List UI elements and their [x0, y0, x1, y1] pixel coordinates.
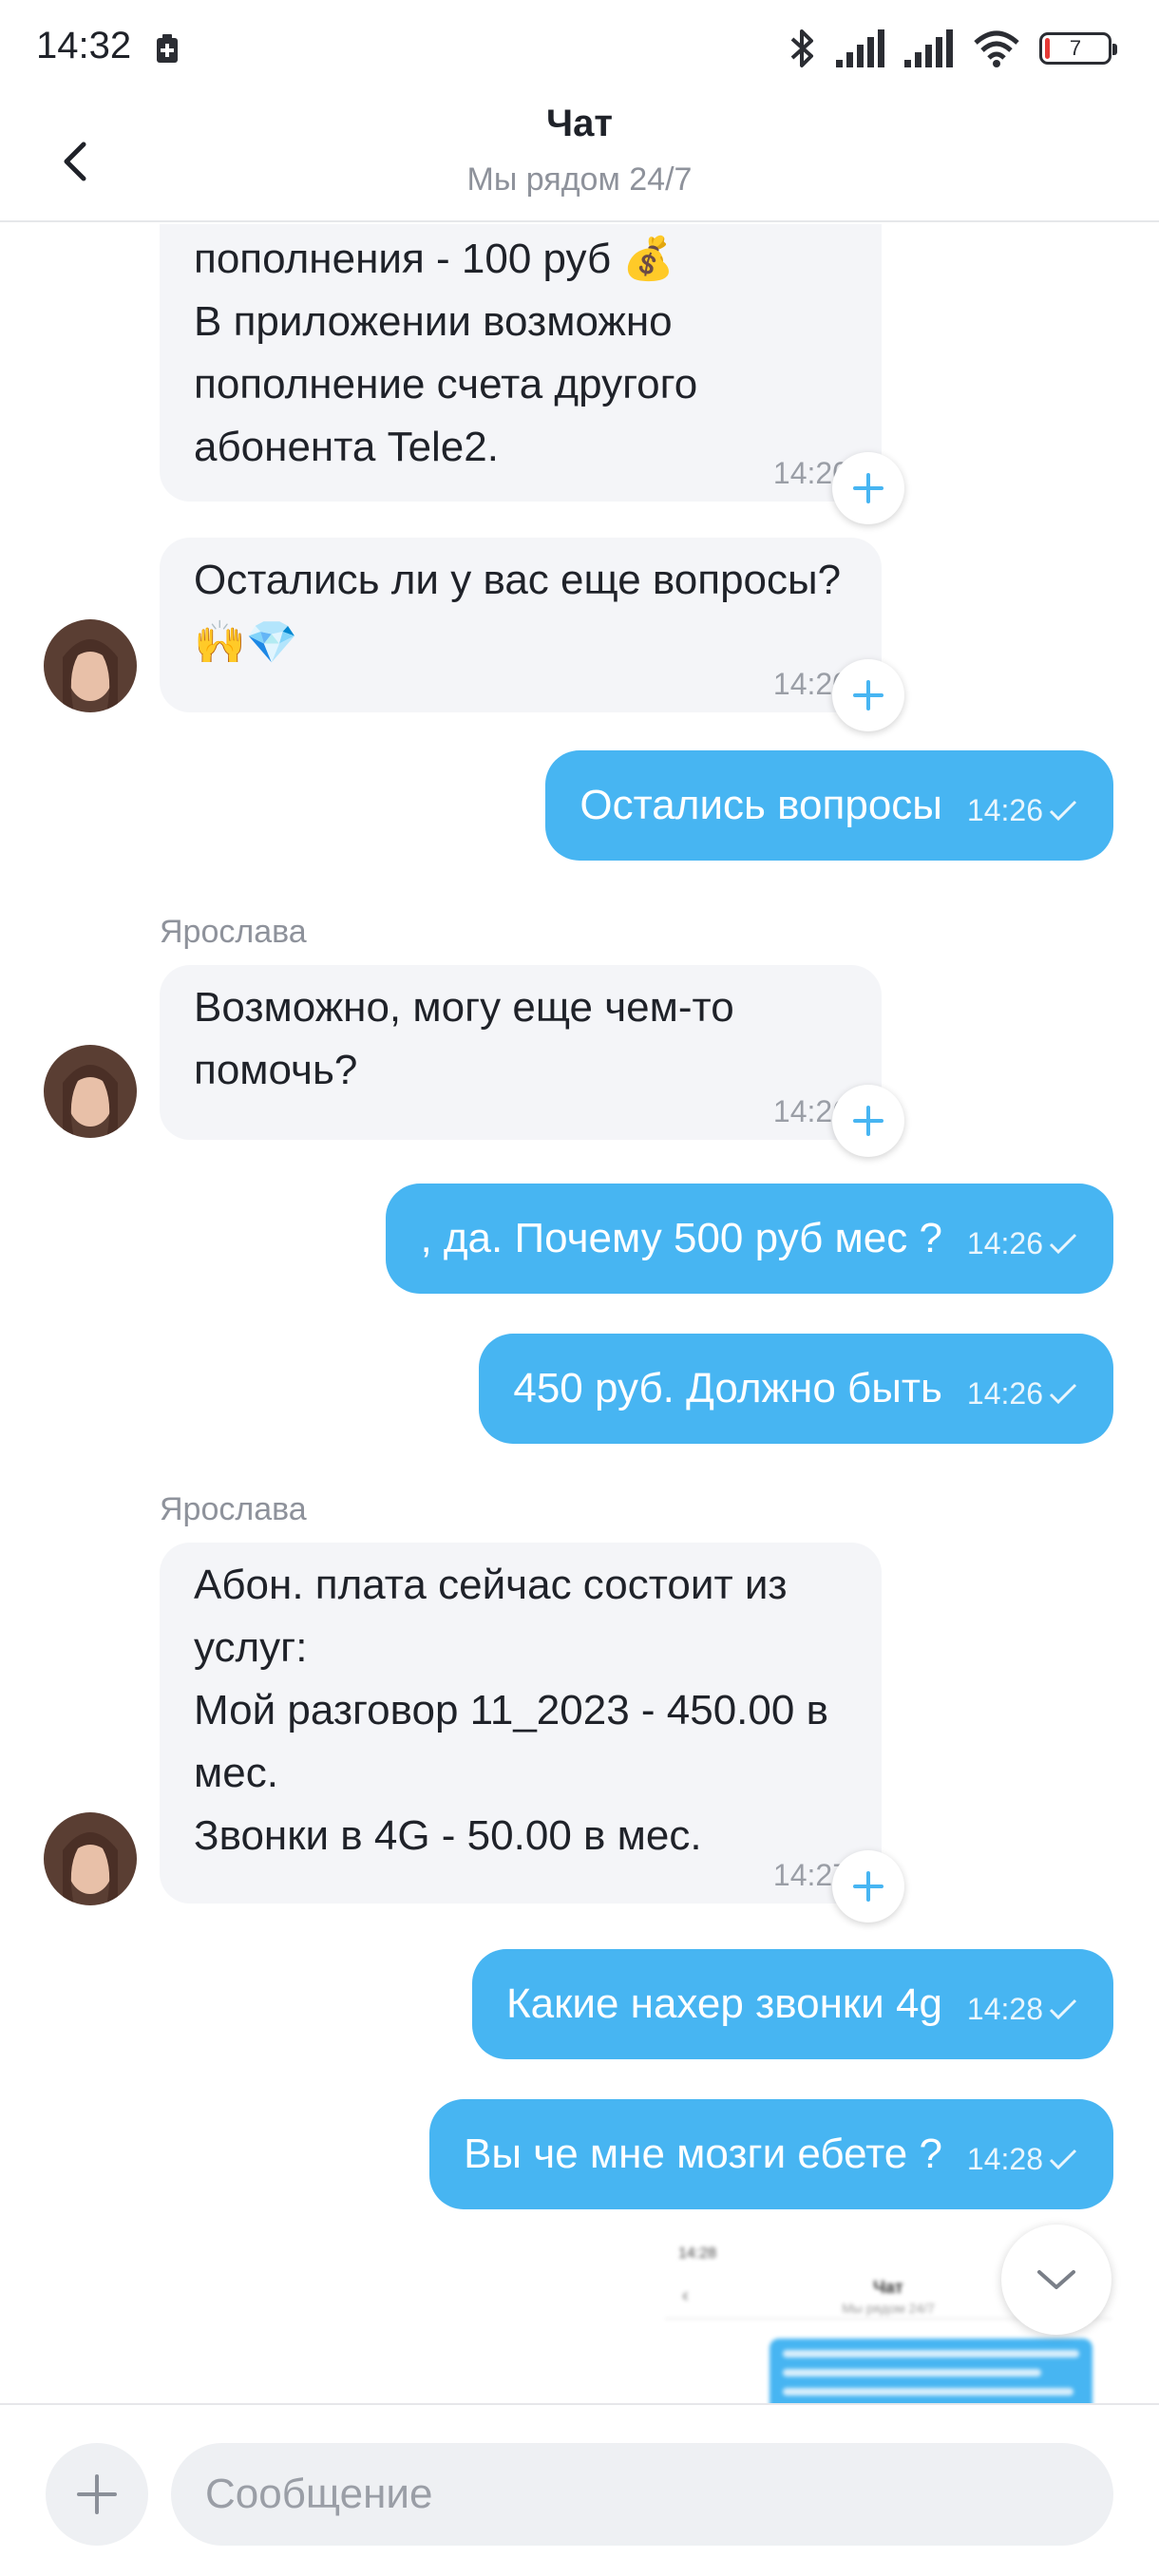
agent-photo — [44, 1812, 137, 1905]
chat-header: Чат Мы рядом 24/7 — [0, 95, 1159, 222]
plus-icon — [77, 2474, 117, 2514]
battery-level-fill — [1045, 38, 1050, 59]
check-icon — [1049, 2149, 1077, 2170]
outgoing-message[interactable]: , да. Почему 500 руб мес ? 14:26 — [386, 1184, 1113, 1294]
status-time: 14:32 — [36, 25, 132, 66]
message-meta: 14:26 — [967, 779, 1079, 842]
check-icon — [1049, 1998, 1077, 2020]
message-meta: 14:28 — [967, 1978, 1079, 2040]
plus-icon — [853, 1106, 884, 1136]
attach-button[interactable] — [46, 2443, 148, 2546]
wifi-icon — [974, 30, 1019, 67]
avatar[interactable] — [44, 1812, 137, 1905]
chat-screen: 14:32 7 Чат Мы рядом 24/7 пополнения - 1… — [0, 0, 1159, 2576]
preview-back-icon: ‹ — [682, 2285, 689, 2306]
message-text: Возможно, могу еще чем-то помочь? — [194, 984, 734, 1093]
sender-name: Ярослава — [160, 1491, 307, 1527]
incoming-message[interactable]: Остались ли у вас еще вопросы? 🙌💎 14:20 — [160, 538, 882, 712]
plus-icon — [853, 680, 884, 710]
outgoing-message[interactable]: Вы че мне мозги ебете ? 14:28 — [429, 2099, 1113, 2209]
status-icons: 7 — [788, 25, 1117, 72]
message-input[interactable] — [205, 2471, 1079, 2518]
message-text: , да. Почему 500 руб мес ? — [420, 1215, 942, 1261]
message-field[interactable] — [171, 2443, 1113, 2546]
sender-name: Ярослава — [160, 914, 307, 950]
battery-level: 7 — [1069, 36, 1082, 60]
outgoing-message[interactable]: Остались вопросы 14:26 — [545, 750, 1113, 861]
add-reaction-button[interactable] — [832, 1850, 904, 1923]
page-subtitle: Мы рядом 24/7 — [466, 161, 693, 198]
add-reaction-button[interactable] — [832, 659, 904, 731]
message-time: 14:26 — [966, 1376, 1043, 1411]
check-icon — [1049, 1383, 1077, 1405]
plus-icon — [853, 1871, 884, 1902]
message-text: Остались ли у вас еще вопросы? 🙌💎 — [194, 557, 842, 666]
signal-icon — [836, 29, 884, 67]
battery-saver-icon — [157, 34, 178, 63]
status-bar: 14:32 7 — [0, 0, 1159, 95]
message-meta: 14:28 — [967, 2128, 1079, 2190]
check-icon — [1049, 800, 1077, 822]
message-text: 450 руб. Должно быть — [513, 1365, 942, 1411]
message-text: Вы че мне мозги ебете ? — [464, 2131, 942, 2177]
message-text: Абон. плата сейчас состоит из услуг: Мой… — [194, 1562, 828, 1859]
message-text: Какие нахер звонки 4g — [506, 1980, 942, 2027]
signal-icon — [904, 29, 953, 67]
add-reaction-button[interactable] — [832, 452, 904, 524]
agent-photo — [44, 1045, 137, 1138]
message-composer — [0, 2403, 1159, 2576]
battery-icon: 7 — [1039, 32, 1117, 65]
outgoing-message[interactable]: 450 руб. Должно быть 14:26 — [479, 1334, 1113, 1444]
message-text: пополнения - 100 руб 💰 В приложении возм… — [194, 236, 698, 470]
outgoing-message[interactable]: Какие нахер звонки 4g 14:28 — [472, 1949, 1113, 2059]
preview-status-time: 14:28 — [678, 2245, 717, 2262]
agent-photo — [44, 619, 137, 712]
message-time: 14:28 — [966, 1992, 1043, 2026]
incoming-message[interactable]: пополнения - 100 руб 💰 В приложении возм… — [160, 224, 882, 502]
message-text: Остались вопросы — [580, 782, 942, 828]
add-reaction-button[interactable] — [832, 1085, 904, 1157]
message-time: 14:26 — [966, 1226, 1043, 1260]
scroll-to-bottom-button[interactable] — [1001, 2225, 1112, 2335]
plus-icon — [853, 473, 884, 503]
message-time: 14:28 — [966, 2142, 1043, 2176]
message-list[interactable]: пополнения - 100 руб 💰 В приложении возм… — [0, 224, 1159, 2403]
preview-bubble — [770, 2339, 1092, 2403]
message-meta: 14:26 — [967, 1362, 1079, 1425]
avatar[interactable] — [44, 1045, 137, 1138]
incoming-message[interactable]: Абон. плата сейчас состоит из услуг: Мой… — [160, 1543, 882, 1904]
avatar[interactable] — [44, 619, 137, 712]
message-time: 14:26 — [966, 793, 1043, 827]
page-title: Чат — [546, 103, 613, 144]
check-icon — [1049, 1233, 1077, 1255]
message-meta: 14:26 — [967, 1212, 1079, 1275]
incoming-message[interactable]: Возможно, могу еще чем-то помочь? 14:26 — [160, 965, 882, 1140]
chevron-down-icon — [1037, 2270, 1075, 2289]
bluetooth-icon — [790, 29, 813, 67]
